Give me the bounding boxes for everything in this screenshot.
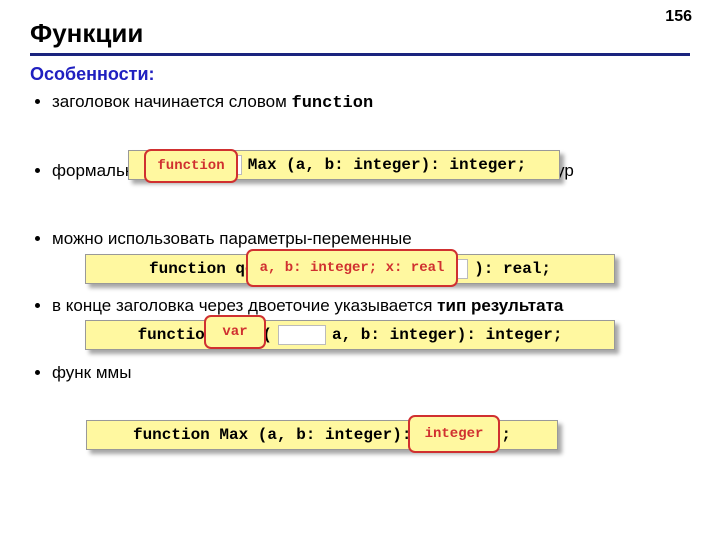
bullet-text: заголовок начинается словом — [52, 92, 292, 111]
highlight-box: a, b: integer; x: real — [246, 249, 458, 287]
page-number: 156 — [665, 8, 692, 26]
code-text: Max (a, b: integer): integer; — [248, 156, 526, 174]
code-text: ; — [501, 426, 511, 444]
page-title: Функции — [30, 18, 690, 56]
highlight-box: function — [144, 149, 238, 183]
list-item: можно использовать параметры-переменные — [52, 228, 690, 249]
subheading: Особенности: — [30, 64, 690, 85]
highlight-box: var — [204, 315, 266, 349]
list-item: в конце заголовка через двоеточие указыв… — [52, 295, 690, 316]
list-item: заголовок начинается словом function — [52, 91, 690, 114]
highlight-gap — [278, 325, 326, 345]
bullet-text: в конце заголовка через двоеточие указыв… — [52, 296, 437, 315]
slide: 156 Функции Особенности: заголовок начин… — [0, 0, 720, 540]
code-text: a, b: integer): integer; — [332, 326, 562, 344]
bullet-bold: тип результата — [437, 296, 563, 315]
code-strip: function Max ( a, b: integer): integer; — [85, 320, 615, 350]
list-item: функ ммы — [52, 362, 690, 383]
code-text: ): real; — [474, 260, 551, 278]
code-text: function Max (a, b: integer): — [133, 426, 411, 444]
highlight-box: integer — [408, 415, 500, 453]
bullet-text: можно использовать параметры-переменные — [52, 229, 412, 248]
bullet-text: функ ммы — [52, 363, 131, 382]
bullet-mono: function — [292, 94, 374, 113]
